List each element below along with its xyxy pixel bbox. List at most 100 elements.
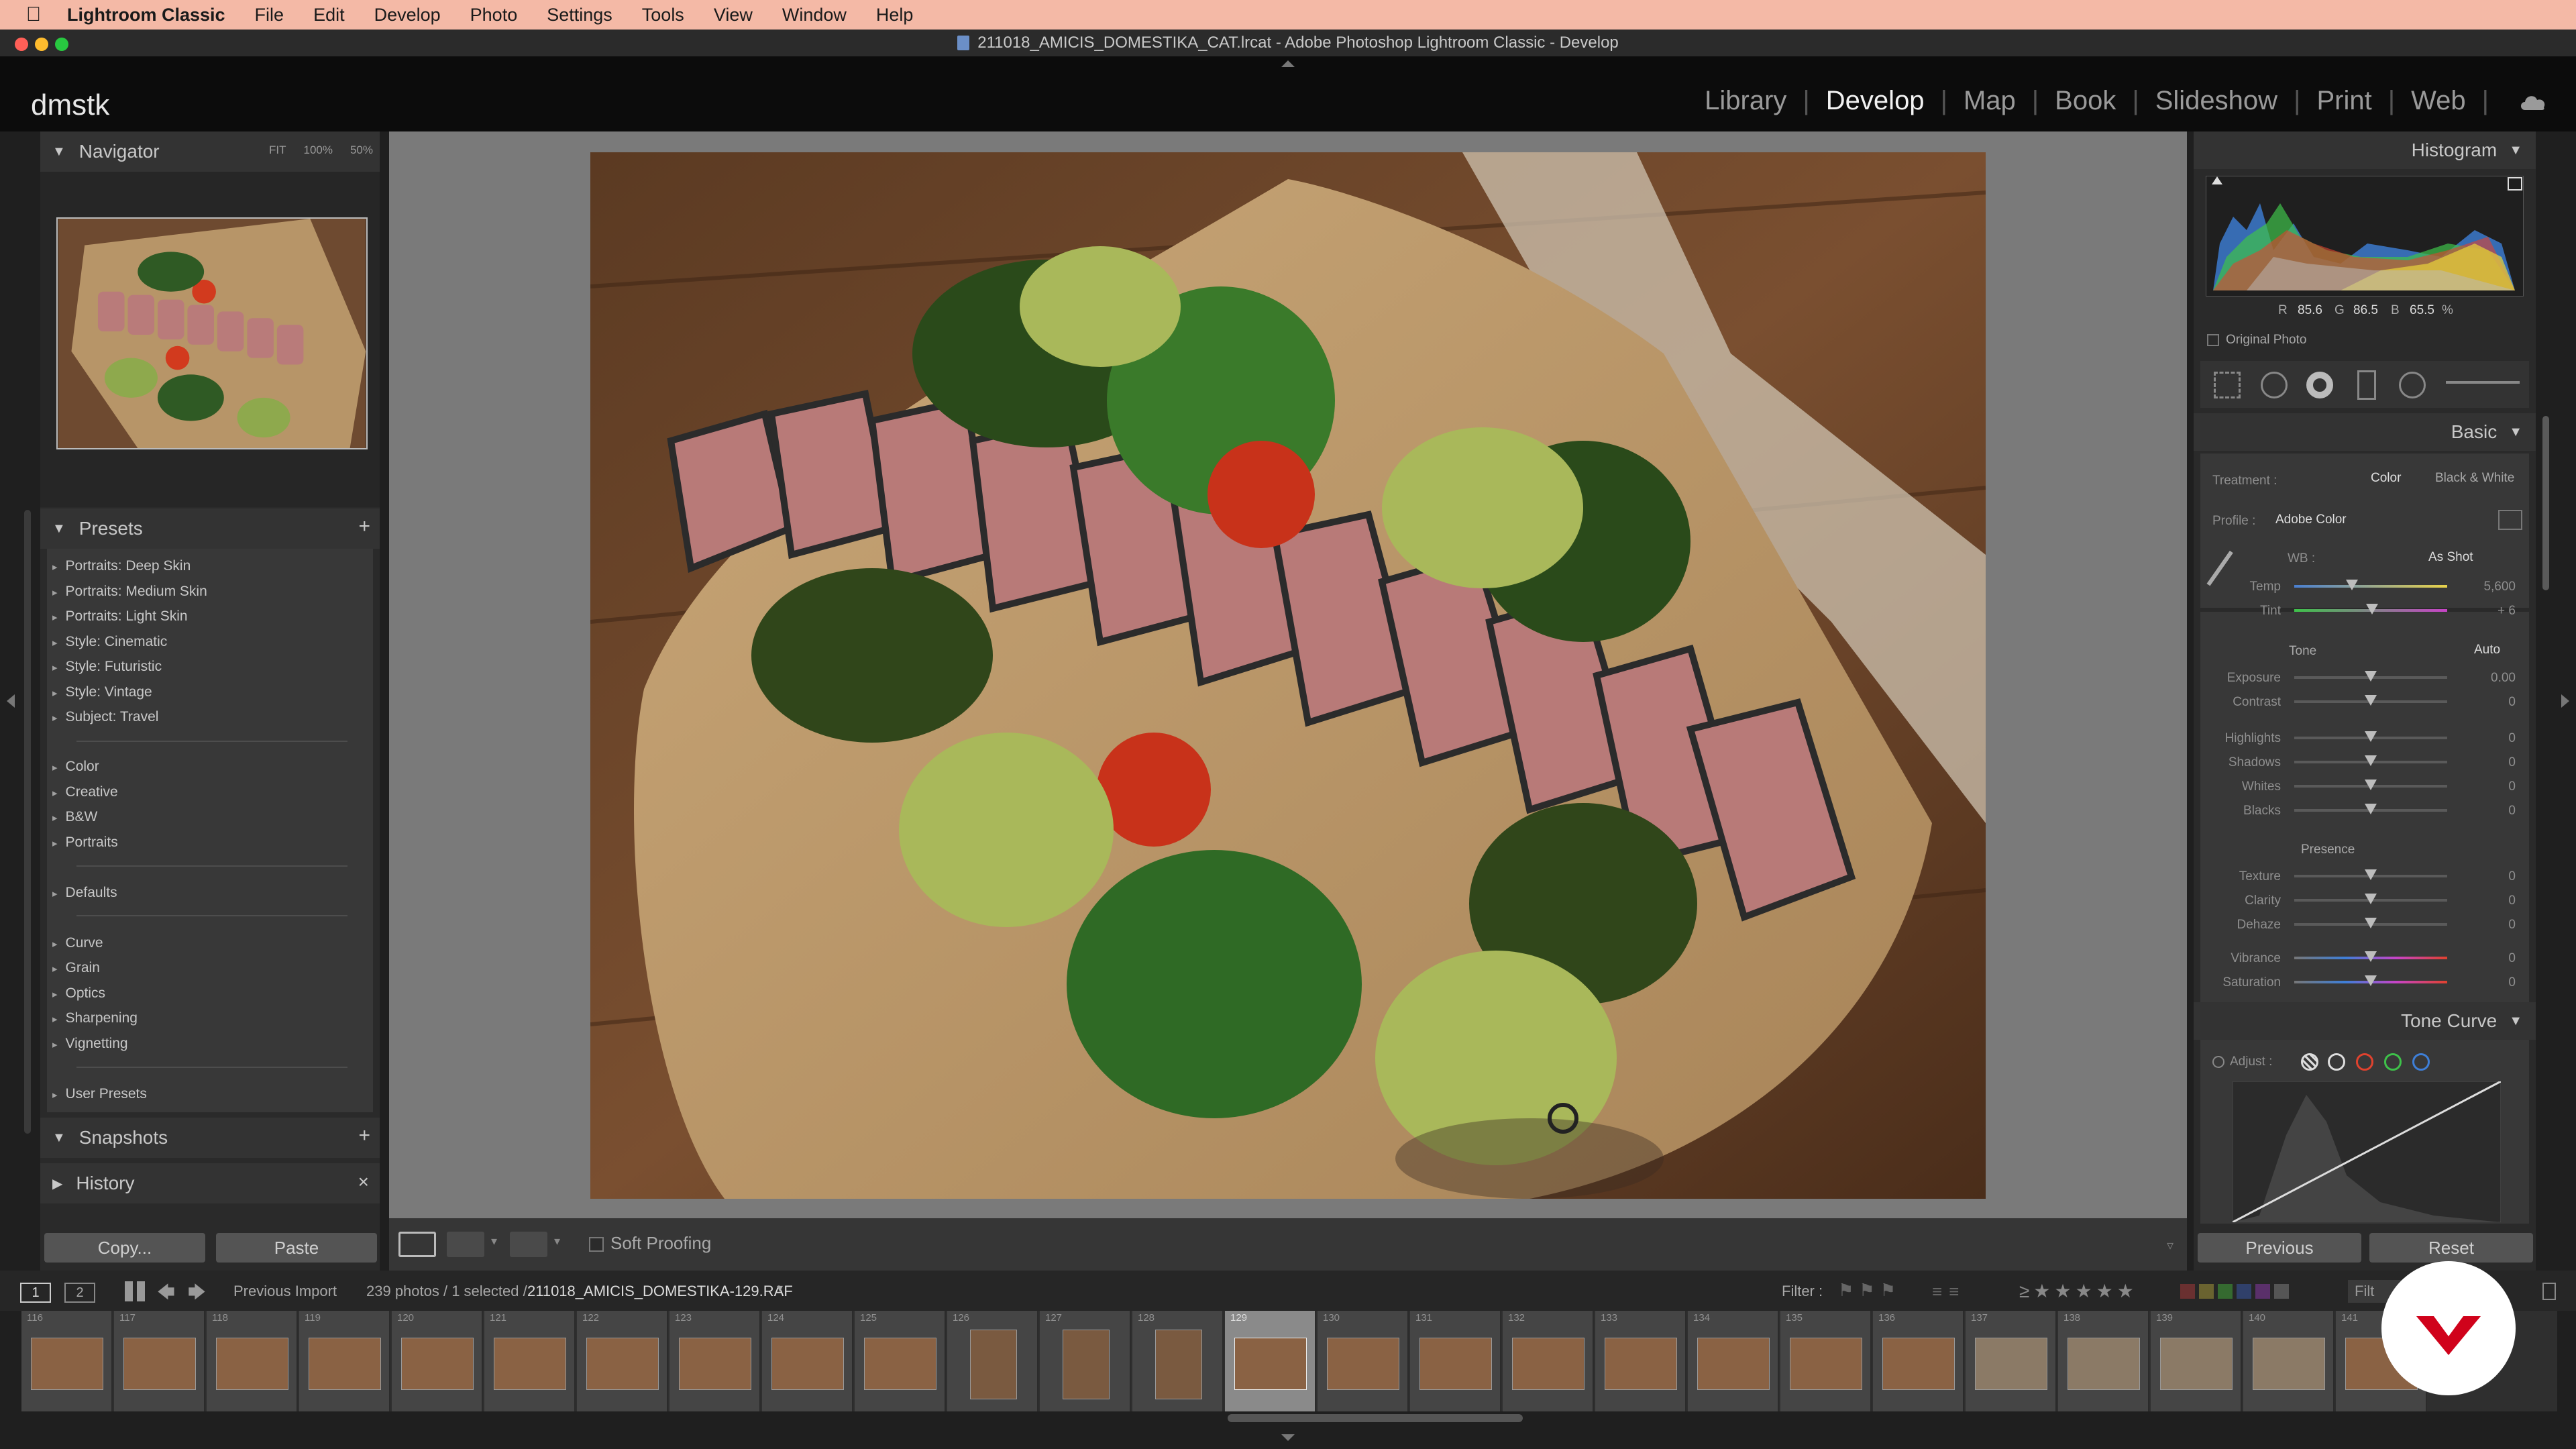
zoom-100[interactable]: 100% — [303, 144, 332, 157]
cloud-sync-icon[interactable] — [2518, 91, 2548, 111]
point-curve-green-icon[interactable] — [2384, 1053, 2402, 1071]
main-photo[interactable] — [590, 152, 1986, 1199]
clarity-value[interactable]: 0 — [2469, 894, 2516, 908]
collapse-triangle-icon[interactable]: ▼ — [52, 521, 66, 537]
filmstrip-thumb[interactable]: 119 — [299, 1311, 390, 1411]
right-panel-scrollbar[interactable] — [2542, 416, 2549, 590]
preset-group[interactable]: B&W — [66, 809, 98, 825]
module-web[interactable]: Web — [2395, 86, 2482, 116]
before-after-dropdown-icon[interactable]: ▾ — [491, 1234, 497, 1248]
whites-slider-thumb[interactable] — [2365, 780, 2377, 790]
module-slideshow[interactable]: Slideshow — [2139, 86, 2294, 116]
zoom-fit[interactable]: FIT — [269, 144, 286, 157]
preset-group[interactable]: Portraits — [66, 835, 118, 851]
add-snapshot-button[interactable]: + — [358, 1124, 370, 1147]
saturation-value[interactable]: 0 — [2469, 975, 2516, 990]
radial-filter-icon[interactable] — [2399, 372, 2426, 398]
temp-slider[interactable] — [2294, 585, 2447, 588]
menu-edit[interactable]: Edit — [313, 5, 345, 25]
preset-group[interactable]: Style: Futuristic — [66, 659, 162, 675]
point-curve-white-icon[interactable] — [2328, 1053, 2345, 1071]
copy-settings-button[interactable]: Copy... — [44, 1233, 205, 1263]
vibrance-slider-thumb[interactable] — [2365, 951, 2377, 962]
secondary-window-button[interactable]: 2 — [64, 1283, 95, 1303]
preset-group[interactable]: User Presets — [66, 1086, 147, 1102]
filmstrip-thumb[interactable]: 136 — [1873, 1311, 1964, 1411]
treatment-color[interactable]: Color — [2371, 471, 2401, 486]
flag-filter-icons[interactable]: ⚑⚑⚑ — [1838, 1280, 1901, 1301]
target-adjust-icon[interactable] — [2212, 1056, 2224, 1068]
whites-value[interactable]: 0 — [2469, 780, 2516, 794]
saturation-slider-thumb[interactable] — [2365, 975, 2377, 986]
texture-value[interactable]: 0 — [2469, 869, 2516, 884]
filmstrip-thumb[interactable]: 118 — [207, 1311, 298, 1411]
menu-window[interactable]: Window — [782, 5, 847, 25]
menu-app-name[interactable]: Lightroom Classic — [67, 5, 225, 25]
history-header[interactable]: ▶ History × — [40, 1163, 380, 1203]
tone-curve-graph[interactable] — [2233, 1081, 2501, 1222]
filmstrip-thumb[interactable]: 123 — [669, 1311, 761, 1411]
filmstrip-thumb[interactable]: 140 — [2243, 1311, 2334, 1411]
swap-dropdown-icon[interactable]: ▾ — [554, 1234, 560, 1248]
filmstrip-thumb[interactable]: 126 — [947, 1311, 1038, 1411]
wb-select[interactable]: As Shot — [2428, 550, 2473, 565]
temp-value[interactable]: 5,600 — [2469, 580, 2516, 594]
selected-filename[interactable]: 211018_AMICIS_DOMESTIKA-129.RAF — [527, 1283, 793, 1300]
histogram-header[interactable]: Histogram ▼ — [2194, 131, 2536, 169]
dehaze-slider-thumb[interactable] — [2365, 918, 2377, 928]
left-panel-scrollbar[interactable] — [24, 510, 31, 1134]
preset-group[interactable]: Sharpening — [66, 1010, 138, 1026]
parametric-curve-icon[interactable] — [2301, 1053, 2318, 1071]
clear-history-button[interactable]: × — [358, 1171, 369, 1193]
toolbar-menu-icon[interactable]: ▿ — [2167, 1237, 2174, 1254]
graduated-filter-icon[interactable] — [2357, 370, 2376, 400]
profile-select[interactable]: Adobe Color — [2275, 513, 2347, 527]
loupe-view-icon[interactable] — [398, 1232, 436, 1257]
expand-triangle-icon[interactable]: ▶ — [52, 1175, 62, 1192]
histogram[interactable] — [2206, 176, 2524, 297]
menu-tools[interactable]: Tools — [642, 5, 684, 25]
collapse-triangle-icon[interactable]: ▼ — [2509, 143, 2522, 158]
filter-lock-icon[interactable] — [2542, 1283, 2556, 1300]
menu-settings[interactable]: Settings — [547, 5, 612, 25]
navigator-thumbnail[interactable] — [56, 217, 368, 449]
filmstrip-thumb[interactable]: 124 — [762, 1311, 853, 1411]
module-map[interactable]: Map — [1947, 86, 2032, 116]
menu-photo[interactable]: Photo — [470, 5, 518, 25]
grid-view-icon[interactable] — [125, 1281, 145, 1301]
color-label-filter[interactable] — [2180, 1284, 2289, 1299]
blacks-value[interactable]: 0 — [2469, 804, 2516, 818]
edit-filter-icons[interactable]: ≡≡ — [1932, 1281, 1966, 1302]
preset-group[interactable]: Color — [66, 759, 99, 775]
swap-settings-icon[interactable] — [510, 1232, 547, 1257]
module-book[interactable]: Book — [2039, 86, 2132, 116]
rating-filter-stars[interactable]: ≥★★★★★ — [2019, 1280, 2138, 1302]
adjustment-brush-icon[interactable] — [2446, 381, 2520, 384]
main-window-button[interactable]: 1 — [20, 1283, 51, 1303]
menu-file[interactable]: File — [255, 5, 284, 25]
preset-group[interactable]: Subject: Travel — [66, 709, 159, 725]
preset-group[interactable]: Grain — [66, 960, 100, 976]
previous-button[interactable]: Previous — [2198, 1233, 2361, 1263]
filmstrip-thumb[interactable]: 117 — [114, 1311, 205, 1411]
filename-dropdown-icon[interactable]: ▾ — [777, 1281, 783, 1295]
crop-tool-icon[interactable] — [2214, 372, 2241, 398]
navigator-header[interactable]: ▼ Navigator FIT 100% 50% — [40, 131, 380, 172]
highlights-value[interactable]: 0 — [2469, 731, 2516, 746]
temp-slider-thumb[interactable] — [2346, 580, 2358, 590]
filmstrip-thumb[interactable]: 121 — [484, 1311, 576, 1411]
preset-group[interactable]: Vignetting — [66, 1036, 128, 1052]
point-curve-red-icon[interactable] — [2356, 1053, 2373, 1071]
snapshots-header[interactable]: ▼ Snapshots + — [40, 1118, 380, 1158]
tint-value[interactable]: + 6 — [2469, 604, 2516, 619]
collapse-triangle-icon[interactable]: ▼ — [52, 1130, 66, 1146]
filmstrip-thumb[interactable]: 133 — [1595, 1311, 1686, 1411]
vibrance-value[interactable]: 0 — [2469, 951, 2516, 966]
spot-removal-icon[interactable] — [2261, 372, 2288, 398]
red-eye-icon[interactable] — [2306, 372, 2333, 398]
filmstrip-thumb[interactable]: 116 — [21, 1311, 113, 1411]
collapse-filmstrip-icon[interactable] — [1281, 1434, 1295, 1441]
forward-arrow-icon[interactable]: 🡆 — [188, 1280, 206, 1309]
exposure-value[interactable]: 0.00 — [2469, 671, 2516, 686]
collapse-right-panel-icon[interactable] — [2561, 694, 2569, 708]
